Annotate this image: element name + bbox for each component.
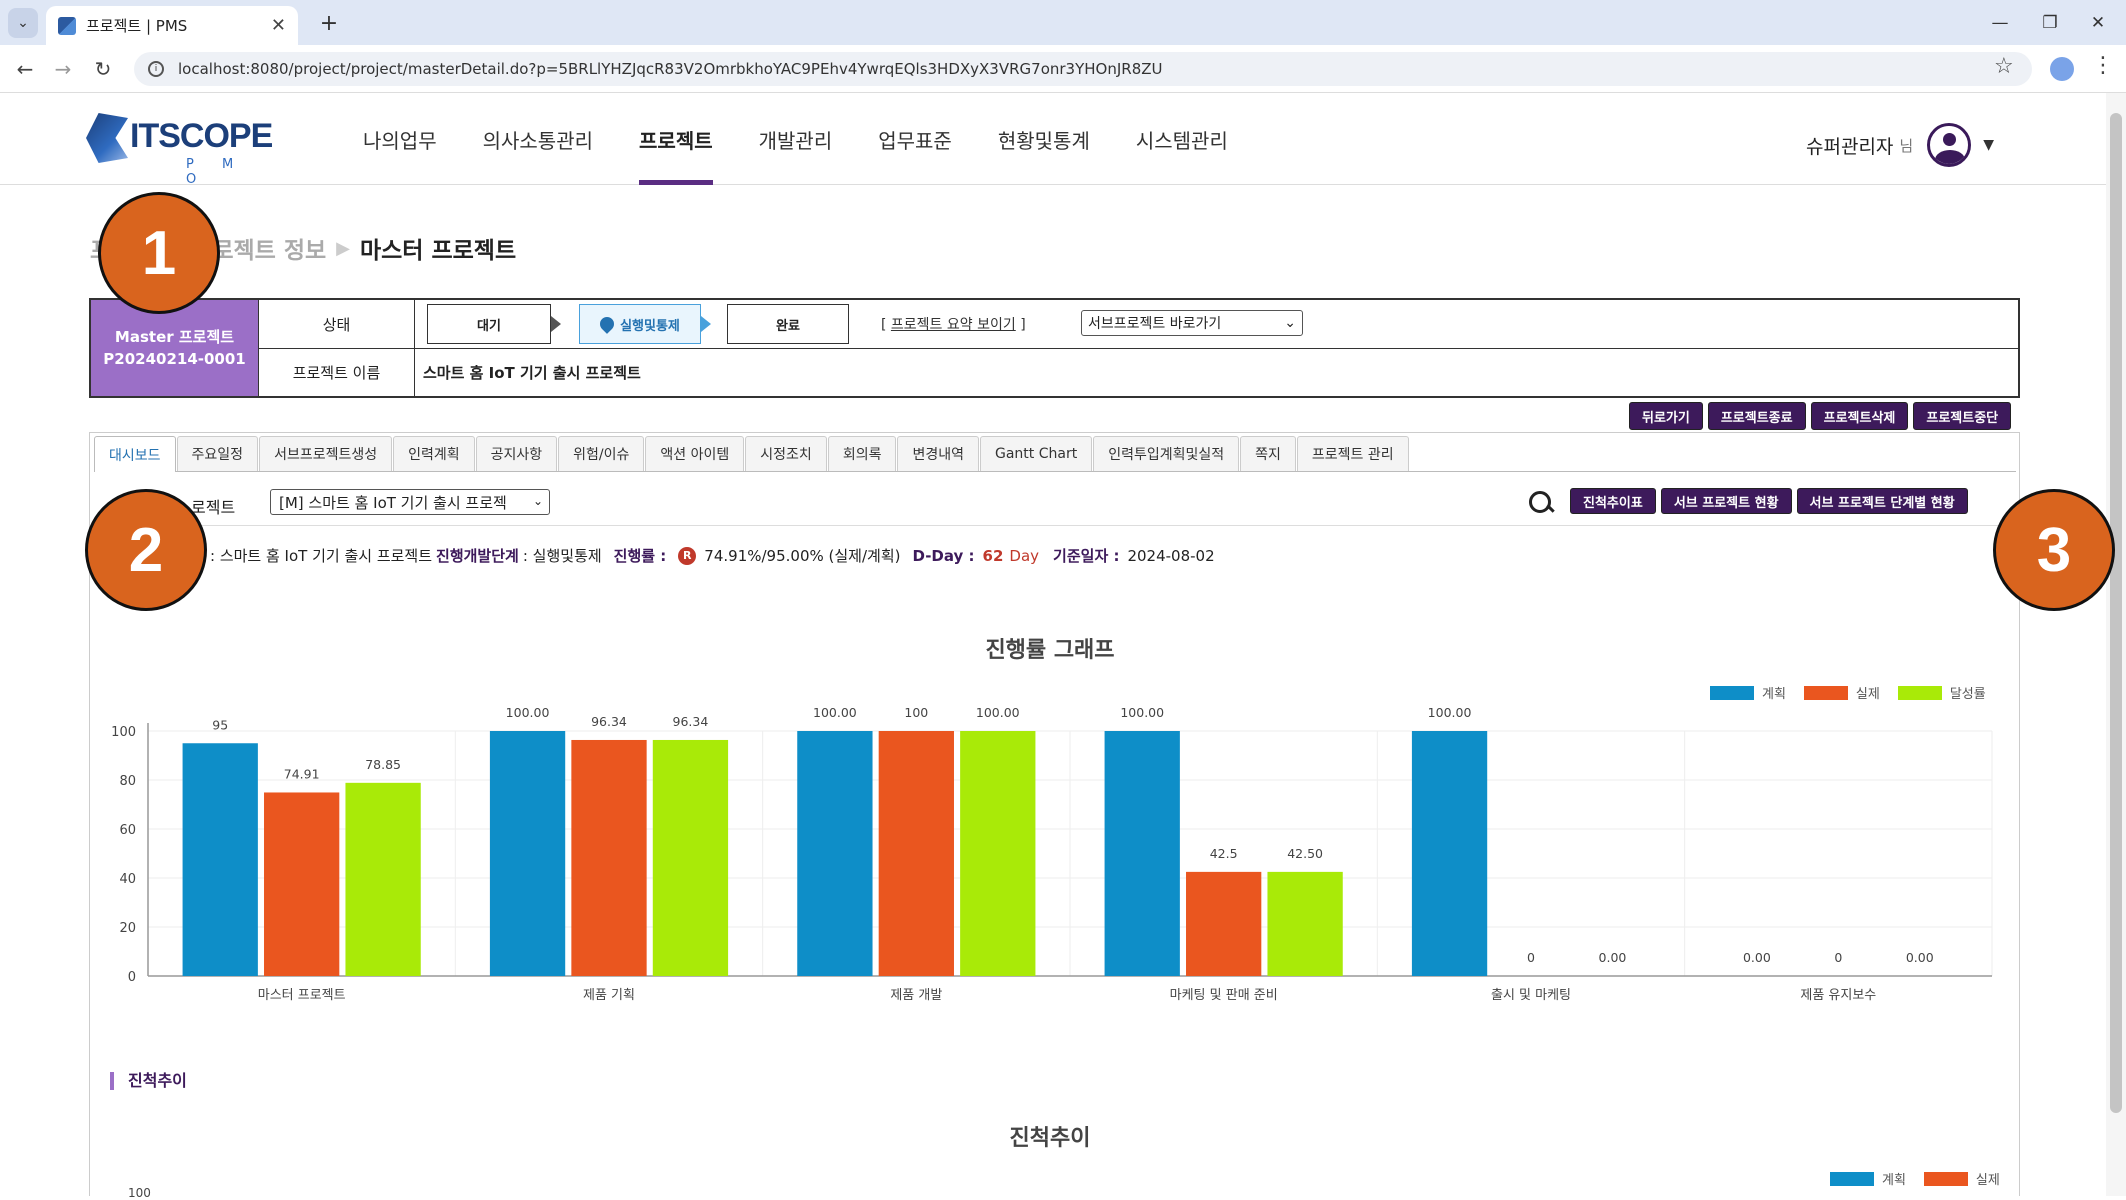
bar-value-label: 0.00	[1906, 950, 1934, 965]
bar-value-label: 74.91	[284, 766, 320, 781]
category-label: 제품 기획	[583, 988, 635, 1003]
trend-section-heading: 진척추이	[110, 1072, 187, 1090]
trend-y-tick: 100	[128, 1186, 151, 1200]
bar-0	[182, 743, 258, 976]
bar-2	[960, 731, 1036, 976]
trend-legend-plan[interactable]: 계획	[1882, 1169, 1906, 1188]
bar-value-label: 78.85	[365, 757, 401, 772]
category-label: 마스터 프로젝트	[258, 988, 346, 1003]
bar-2	[652, 739, 729, 976]
y-tick-label: 40	[119, 872, 136, 887]
bar-value-label: 0.00	[1743, 950, 1771, 965]
y-tick-label: 60	[119, 823, 136, 838]
bar-1	[571, 739, 647, 976]
bar-value-label: 100.00	[976, 705, 1020, 720]
category-label: 마케팅 및 판매 준비	[1170, 988, 1278, 1003]
bar-0	[489, 731, 566, 976]
annotation-marker-3: 3	[1993, 489, 2115, 611]
annotation-marker-2: 2	[85, 489, 207, 611]
annotation-marker-1: 1	[98, 192, 220, 314]
bar-value-label: 0.00	[1599, 950, 1627, 965]
bar-value-label: 100.00	[506, 705, 550, 720]
bar-1	[1186, 871, 1262, 976]
progress-bar-chart: 0 20 40 60 80 100 95 74.91 78.85 마스터 프로젝트 100.00 96…	[111, 705, 1993, 1003]
bar-2	[1267, 871, 1343, 976]
trend-chart-legend: 계획 실제	[1812, 1169, 2000, 1188]
legend-swatch-actual	[1923, 1171, 1968, 1186]
bar-1	[878, 731, 954, 976]
category-label: 제품 개발	[890, 988, 942, 1003]
bar-value-label: 100.00	[813, 705, 857, 720]
bar-value-label: 95	[212, 717, 228, 732]
bar-0	[1104, 731, 1180, 976]
bar-0	[1411, 731, 1488, 976]
y-tick-label: 100	[111, 725, 136, 740]
bar-value-label: 0	[1834, 950, 1842, 965]
bar-value-label: 100.00	[1120, 705, 1164, 720]
category-label: 출시 및 마케팅	[1491, 988, 1571, 1003]
page-scrollbar[interactable]	[2106, 93, 2126, 1196]
legend-swatch-plan	[1830, 1171, 1874, 1186]
bar-value-label: 0	[1527, 950, 1535, 965]
y-tick-label: 0	[128, 970, 136, 985]
bar-1	[264, 792, 340, 976]
bar-value-label: 100.00	[1428, 705, 1472, 720]
category-label: 제품 유지보수	[1800, 988, 1876, 1003]
scrollbar-thumb[interactable]	[2110, 113, 2122, 1113]
trend-chart-title: 진척추이	[1009, 1126, 1091, 1151]
bar-value-label: 96.34	[591, 714, 627, 729]
y-tick-label: 80	[119, 774, 136, 789]
bar-0	[797, 731, 873, 976]
bar-value-label: 96.34	[673, 714, 709, 729]
bar-value-label: 42.50	[1287, 846, 1323, 861]
bar-2	[345, 782, 421, 976]
bar-value-label: 42.5	[1210, 846, 1238, 861]
bar-value-label: 100	[904, 705, 928, 720]
y-tick-label: 20	[119, 921, 136, 936]
trend-legend-actual[interactable]: 실제	[1976, 1169, 2000, 1188]
